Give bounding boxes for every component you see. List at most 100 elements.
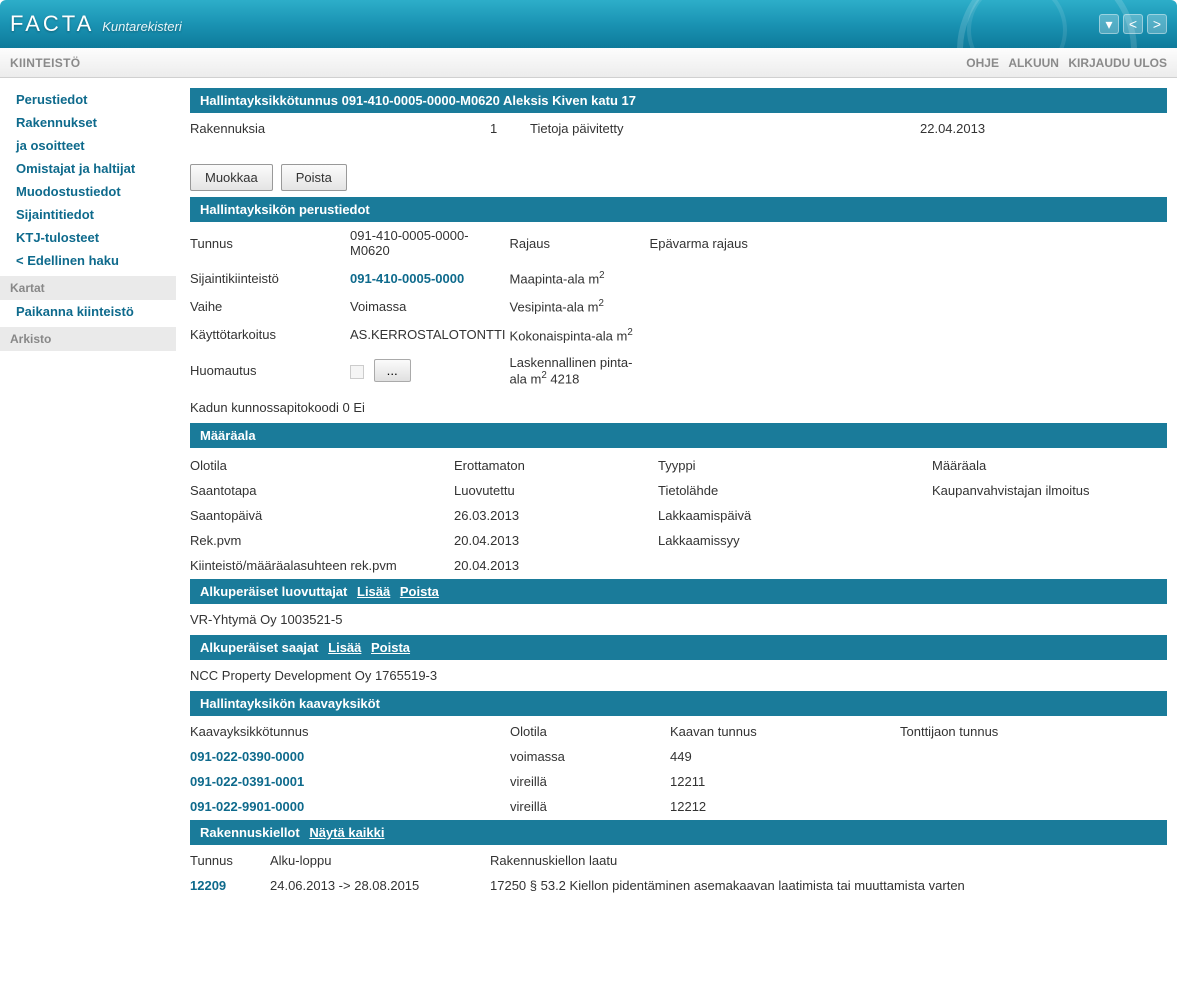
luovuttajat-add[interactable]: Lisää xyxy=(357,584,390,599)
menu-home[interactable]: ALKUUN xyxy=(1008,56,1059,70)
value-vaihe: Voimassa xyxy=(350,292,510,320)
section-rk-title: Rakennuskiellot xyxy=(200,825,300,840)
label-tietolahde: Tietolähde xyxy=(658,483,928,498)
brand-name: FACTA xyxy=(10,11,94,37)
ky-row-tontti xyxy=(900,799,1167,814)
summary-rakennuksia-label: Rakennuksia xyxy=(190,121,490,136)
label-maapinta: Maapinta-ala m2 xyxy=(510,264,650,292)
page-title: Hallintayksikkötunnus 091-410-0005-0000-… xyxy=(200,93,636,108)
label-olotila: Olotila xyxy=(190,458,450,473)
rk-row-laatu: 17250 § 53.2 Kiellon pidentäminen asemak… xyxy=(490,878,1167,893)
label-rajaus: Rajaus xyxy=(510,222,650,264)
rk-row-link[interactable]: 12209 xyxy=(190,878,226,893)
label-kayttotarkoitus: Käyttötarkoitus xyxy=(190,321,350,349)
section-maaraala: Määräala xyxy=(190,423,1167,448)
ky-row-tontti xyxy=(900,774,1167,789)
label-kokonaispinta: Kokonaispinta-ala m2 xyxy=(510,321,650,349)
menu-logout[interactable]: KIRJAUDU ULOS xyxy=(1068,56,1167,70)
rk-head-tunnus: Tunnus xyxy=(190,853,270,868)
sidebar-item-rakennukset[interactable]: Rakennukset xyxy=(0,111,176,134)
kadun-kunnossapito-row: Kadun kunnossapitokoodi 0 Ei xyxy=(190,392,1167,423)
value-rekpvm: 20.04.2013 xyxy=(454,533,654,548)
value-laskennallinen: 4218 xyxy=(550,371,579,386)
label-lakkaamispaiva: Lakkaamispäivä xyxy=(658,508,928,523)
rk-head-laatu: Rakennuskiellon laatu xyxy=(490,853,1167,868)
section-saajat: Alkuperäiset saajat Lisää Poista xyxy=(190,635,1167,660)
summary-paivitetty-value: 22.04.2013 xyxy=(920,121,985,136)
dropdown-icon[interactable]: ▾ xyxy=(1099,14,1119,34)
app-top-bar: FACTA Kuntarekisteri ▾ < > xyxy=(0,0,1177,48)
label-rekpvm: Rek.pvm xyxy=(190,533,450,548)
ky-row-link[interactable]: 091-022-9901-0000 xyxy=(190,799,304,814)
huomautus-checkbox[interactable] xyxy=(350,365,364,379)
section-rakennuskiellot: Rakennuskiellot Näytä kaikki xyxy=(190,820,1167,845)
value-tyyppi: Määräala xyxy=(932,458,1167,473)
sidebar-group-kartat: Kartat xyxy=(0,276,176,300)
ky-row-kaavan: 12211 xyxy=(670,774,900,789)
rk-show-all[interactable]: Näytä kaikki xyxy=(309,825,384,840)
section-saajat-title: Alkuperäiset saajat xyxy=(200,640,319,655)
sidebar-item-perustiedot[interactable]: Perustiedot xyxy=(0,88,176,111)
ky-row-olotila: vireillä xyxy=(510,799,670,814)
saajat-add[interactable]: Lisää xyxy=(328,640,361,655)
ky-head-tunnus: Kaavayksikkötunnus xyxy=(190,724,510,739)
sidebar-item-sijainti[interactable]: Sijaintitiedot xyxy=(0,203,176,226)
section-luovuttajat-title: Alkuperäiset luovuttajat xyxy=(200,584,347,599)
ky-row-link[interactable]: 091-022-0391-0001 xyxy=(190,774,304,789)
label-saantotapa: Saantotapa xyxy=(190,483,450,498)
saaja-row: NCC Property Development Oy 1765519-3 xyxy=(190,660,1167,691)
delete-button[interactable]: Poista xyxy=(281,164,347,191)
menu-bar: KIINTEISTÖ OHJE ALKUUN KIRJAUDU ULOS xyxy=(0,48,1177,78)
rk-head-alkuloppu: Alku-loppu xyxy=(270,853,490,868)
huomautus-more-button[interactable]: ... xyxy=(374,359,411,382)
luovuttajat-delete[interactable]: Poista xyxy=(400,584,439,599)
value-km-rekpvm: 20.04.2013 xyxy=(454,558,654,573)
sidebar-item-edellinen[interactable]: < Edellinen haku xyxy=(0,249,176,272)
edit-button[interactable]: Muokkaa xyxy=(190,164,273,191)
label-lakkaamissyy: Lakkaamissyy xyxy=(658,533,928,548)
sidebar-item-muodostus[interactable]: Muodostustiedot xyxy=(0,180,176,203)
nav-back-icon[interactable]: < xyxy=(1123,14,1143,34)
luovuttaja-row: VR-Yhtymä Oy 1003521-5 xyxy=(190,604,1167,635)
label-saantopaiva: Saantopäivä xyxy=(190,508,450,523)
ky-row-kaavan: 12212 xyxy=(670,799,900,814)
sidebar-item-osoitteet[interactable]: ja osoitteet xyxy=(0,134,176,157)
ky-head-kaavan: Kaavan tunnus xyxy=(670,724,900,739)
sidebar-group-arkisto: Arkisto xyxy=(0,327,176,351)
sidebar-item-omistajat[interactable]: Omistajat ja haltijat xyxy=(0,157,176,180)
ky-row-olotila: voimassa xyxy=(510,749,670,764)
saajat-delete[interactable]: Poista xyxy=(371,640,410,655)
value-saantopaiva: 26.03.2013 xyxy=(454,508,654,523)
sidebar-item-paikanna[interactable]: Paikanna kiinteistö xyxy=(0,300,176,323)
menu-section-label: KIINTEISTÖ xyxy=(10,56,80,70)
sidebar: Perustiedot Rakennukset ja osoitteet Omi… xyxy=(0,78,176,351)
ky-row-link[interactable]: 091-022-0390-0000 xyxy=(190,749,304,764)
brand-subtitle: Kuntarekisteri xyxy=(102,19,181,34)
label-laskennallinen: Laskennallinen pinta-ala m2 4218 xyxy=(510,349,650,392)
nav-forward-icon[interactable]: > xyxy=(1147,14,1167,34)
section-perustiedot: Hallintayksikön perustiedot xyxy=(190,197,1167,222)
summary-paivitetty-label: Tietoja päivitetty xyxy=(530,121,920,136)
page-title-bar: Hallintayksikkötunnus 091-410-0005-0000-… xyxy=(190,88,1167,113)
value-tunnus: 091-410-0005-0000-M0620 xyxy=(350,222,510,264)
label-tyyppi: Tyyppi xyxy=(658,458,928,473)
menu-help[interactable]: OHJE xyxy=(966,56,999,70)
ky-row-olotila: vireillä xyxy=(510,774,670,789)
label-sijaintikiinteisto: Sijaintikiinteistö xyxy=(190,264,350,292)
link-sijaintikiinteisto[interactable]: 091-410-0005-0000 xyxy=(350,271,464,286)
value-saantotapa: Luovutettu xyxy=(454,483,654,498)
label-vaihe: Vaihe xyxy=(190,292,350,320)
ky-row-kaavan: 449 xyxy=(670,749,900,764)
rk-row-alkuloppu: 24.06.2013 -> 28.08.2015 xyxy=(270,878,490,893)
ky-row-tontti xyxy=(900,749,1167,764)
top-nav-controls: ▾ < > xyxy=(1099,14,1167,34)
content-area: Hallintayksikkötunnus 091-410-0005-0000-… xyxy=(176,78,1177,909)
ky-head-tonttijaon: Tonttijaon tunnus xyxy=(900,724,1167,739)
ky-head-olotila: Olotila xyxy=(510,724,670,739)
sidebar-item-ktj[interactable]: KTJ-tulosteet xyxy=(0,226,176,249)
section-kaavayksikot: Hallintayksikön kaavayksiköt xyxy=(190,691,1167,716)
label-km-rekpvm: Kiinteistö/määräalasuhteen rek.pvm xyxy=(190,558,450,573)
label-vesipinta: Vesipinta-ala m2 xyxy=(510,292,650,320)
label-huomautus: Huomautus xyxy=(190,349,350,392)
value-kayttotarkoitus: AS.KERROSTALOTONTTI xyxy=(350,321,510,349)
